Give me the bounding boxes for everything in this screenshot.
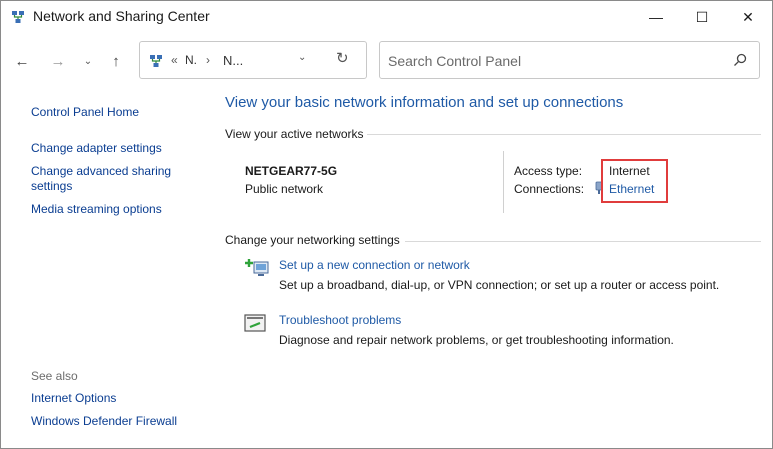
arrow-up-icon: ↑ — [112, 52, 120, 70]
network-app-icon — [12, 11, 24, 23]
internet-options-link[interactable]: Internet Options — [31, 391, 116, 405]
window-title: Network and Sharing Center — [33, 8, 210, 24]
breadcrumb-separator-icon[interactable]: › — [206, 53, 210, 67]
setup-new-connection-link[interactable]: Set up a new connection or network — [279, 258, 470, 272]
recent-locations-button[interactable]: ⌄ — [77, 50, 99, 72]
search-icon[interactable] — [732, 52, 748, 68]
network-vertical-divider — [503, 151, 504, 213]
change-advanced-sharing-link[interactable]: Change advanced sharing — [31, 164, 171, 178]
active-networks-divider — [367, 134, 761, 135]
access-type-label: Access type: — [514, 164, 583, 178]
network-location-icon — [150, 55, 162, 67]
new-connection-icon — [245, 259, 269, 276]
troubleshoot-problems-link[interactable]: Troubleshoot problems — [279, 313, 401, 327]
minimize-icon: — — [649, 9, 663, 25]
setup-new-connection-description: Set up a broadband, dial-up, or VPN conn… — [279, 278, 720, 292]
windows-defender-firewall-link[interactable]: Windows Defender Firewall — [31, 414, 177, 428]
up-button[interactable]: ↑ — [105, 50, 127, 72]
hidden-crumbs-icon[interactable]: « — [171, 53, 178, 67]
highlight-box — [601, 159, 668, 203]
address-dropdown-icon[interactable]: ⌄ — [298, 52, 306, 63]
network-type: Public network — [245, 182, 324, 196]
troubleshoot-problems-description: Diagnose and repair network problems, or… — [279, 333, 674, 347]
networking-settings-heading: Change your networking settings — [225, 233, 400, 247]
connections-label: Connections: — [514, 182, 585, 196]
arrow-left-icon: ← — [14, 52, 30, 70]
network-name: NETGEAR77-5G — [245, 164, 338, 178]
refresh-icon[interactable]: ↻ — [336, 49, 349, 67]
troubleshoot-icon — [244, 314, 266, 332]
arrow-right-icon: → — [50, 52, 66, 70]
breadcrumb-network-internet[interactable]: N. — [185, 53, 197, 67]
search-input[interactable] — [388, 51, 718, 71]
change-adapter-settings-link[interactable]: Change adapter settings — [31, 141, 162, 155]
change-advanced-sharing-link-line2[interactable]: settings — [31, 179, 72, 193]
see-also-heading: See also — [31, 369, 78, 383]
maximize-icon: ☐ — [695, 8, 709, 25]
back-button[interactable]: ← — [11, 50, 33, 72]
forward-button[interactable]: → — [47, 50, 69, 72]
breadcrumb-network-sharing[interactable]: N... — [223, 53, 243, 68]
networking-settings-divider — [405, 241, 761, 242]
media-streaming-options-link[interactable]: Media streaming options — [31, 202, 162, 216]
network-sharing-window: Network and Sharing Center — ☐ ✕ ← → ⌄ ↑… — [0, 0, 773, 449]
search-box[interactable] — [379, 41, 760, 79]
minimize-button[interactable]: — — [633, 1, 679, 33]
chevron-down-icon: ⌄ — [83, 55, 93, 67]
active-networks-heading: View your active networks — [225, 127, 364, 141]
title-bar: Network and Sharing Center — ☐ ✕ — [1, 1, 772, 33]
page-title: View your basic network information and … — [225, 94, 624, 111]
close-icon: ✕ — [742, 8, 754, 25]
navigation-bar: ← → ⌄ ↑ « N. › N... ⌄ ↻ — [1, 33, 772, 89]
control-panel-home-link[interactable]: Control Panel Home — [31, 105, 139, 119]
address-bar[interactable]: « N. › N... ⌄ ↻ — [139, 41, 367, 79]
close-button[interactable]: ✕ — [725, 1, 771, 33]
maximize-button[interactable]: ☐ — [679, 1, 725, 33]
